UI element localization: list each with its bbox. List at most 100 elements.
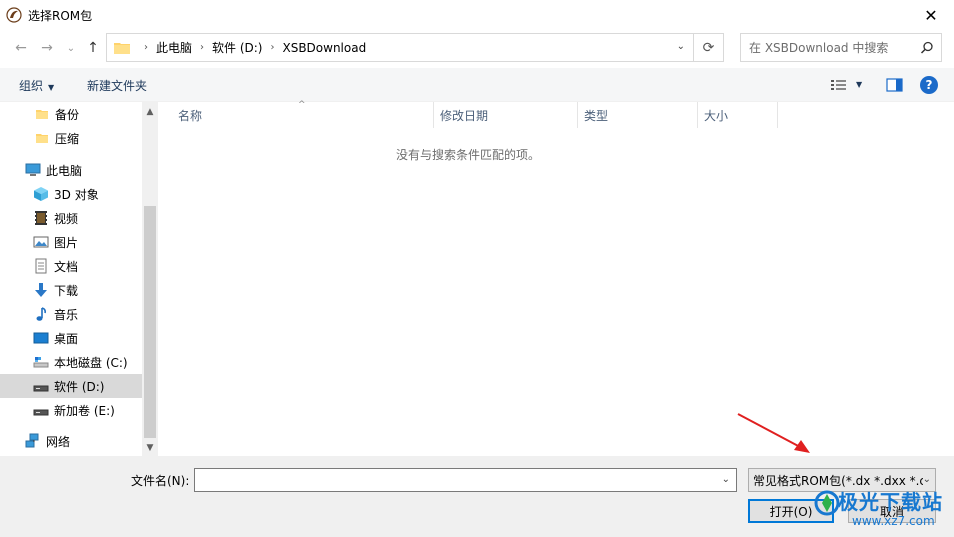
documents-icon [35,258,47,274]
folder-icon [36,110,48,119]
desktop-icon [33,332,49,344]
sidebar-item-label: 桌面 [54,331,79,346]
up-button[interactable]: ↑ [84,38,102,58]
sidebar-item-label: 压缩 [55,131,80,146]
sidebar-item-pictures[interactable]: 图片 [0,230,142,254]
refresh-button[interactable]: ⟳ [694,33,724,62]
close-button[interactable]: ✕ [908,0,954,30]
sidebar-item-compress[interactable]: 压缩 [0,126,142,150]
organize-label: 组织 [19,79,44,93]
column-header-label: 大小 [704,108,729,123]
watermark: 极光下载站 www.xz7.com [812,484,952,536]
search-icon[interactable] [919,40,935,56]
search-input[interactable] [741,40,911,55]
sidebar-item-label: 本地磁盘 (C:) [54,355,128,370]
breadcrumb-separator: › [200,42,205,53]
title-bar: 选择ROM包 ✕ [0,0,954,30]
sidebar-item-documents[interactable]: 文档 [0,254,142,278]
column-header-modified-date[interactable]: 修改日期 [434,102,578,128]
sidebar-item-label: 图片 [54,235,79,250]
folder-icon [36,134,48,143]
sidebar-item-label: 视频 [54,211,79,226]
drive-icon [33,385,49,392]
drive-icon [33,409,49,416]
scrollbar-thumb[interactable] [144,206,156,438]
sidebar-item-label: 软件 (D:) [54,379,105,394]
scroll-down-icon[interactable]: ▼ [142,440,158,456]
empty-message: 没有与搜索条件匹配的项。 [395,148,540,162]
sidebar-item-downloads[interactable]: 下载 [0,278,142,302]
breadcrumb-separator: › [270,42,275,53]
search-box[interactable] [740,33,942,62]
computer-icon [25,163,41,176]
new-folder-label: 新建文件夹 [87,79,148,93]
sidebar-item-label: 音乐 [54,307,79,322]
chevron-down-icon: ⌄ [66,42,76,54]
sidebar-item-label: 备份 [55,107,80,122]
filename-label: 文件名(N): [131,474,190,488]
sidebar-item-backup[interactable]: 备份 [0,102,142,126]
column-header-name[interactable]: 名称 [172,102,434,128]
video-icon [35,211,47,225]
navigation-pane: 备份 压缩 此电脑 3D 对象 视频 图片 文档 下载 音乐 桌面 本地磁盘 (… [0,102,158,456]
new-folder-button[interactable]: 新建文件夹 [87,77,147,94]
back-arrow-icon: ← [15,40,27,56]
sidebar-item-videos[interactable]: 视频 [0,206,142,230]
refresh-icon: ⟳ [702,39,715,56]
back-button[interactable]: ← [12,38,30,58]
sidebar-item-drive-d[interactable]: 软件 (D:) [0,374,142,398]
column-header-size[interactable]: 大小 [698,102,778,128]
up-arrow-icon: ↑ [87,40,99,56]
organize-menu[interactable]: 组织 ▼ [19,77,54,94]
column-header-type[interactable]: 类型 [578,102,698,128]
view-dropdown-icon[interactable]: ▼ [856,80,862,89]
sidebar-item-music[interactable]: 音乐 [0,302,142,326]
command-toolbar: 组织 ▼ 新建文件夹 ▼ ? [0,68,954,102]
address-bar[interactable]: › 此电脑 › 软件 (D:) › XSBDownload ⌄ [106,33,694,62]
caret-down-icon: ▼ [48,83,55,92]
sidebar-item-3d-objects[interactable]: 3D 对象 [0,182,142,206]
sidebar-item-label: 网络 [46,434,71,449]
network-icon [25,433,39,448]
forward-arrow-icon: → [41,40,53,56]
sidebar-item-drive-c[interactable]: 本地磁盘 (C:) [0,350,142,374]
pictures-icon [33,236,49,248]
sidebar-scrollbar[interactable]: ▲ ▼ [142,102,158,456]
preview-pane-icon[interactable] [886,78,904,92]
watermark-url: www.xz7.com [852,514,935,528]
sidebar-item-label: 下载 [54,283,79,298]
sidebar-item-network[interactable]: 网络 [0,429,142,453]
scroll-up-icon[interactable]: ▲ [142,104,158,120]
sidebar-item-label: 新加卷 (E:) [54,403,115,418]
breadcrumb-this-pc[interactable]: 此电脑 [156,39,192,56]
sidebar-item-this-pc[interactable]: 此电脑 [0,158,142,182]
file-list[interactable]: ^ 名称 修改日期 类型 大小 没有与搜索条件匹配的项。 [158,100,954,456]
watermark-text: 极光下载站 [838,490,943,514]
download-icon [35,283,47,297]
sidebar-item-label: 文档 [54,259,79,274]
3d-objects-icon [34,187,48,201]
breadcrumb-separator: › [144,42,148,53]
sidebar-item-label: 此电脑 [46,163,83,178]
dialog-footer: 文件名(N): ⌄ 常见格式ROM包(*.dx *.dxx *.c ⌄ 打开(O… [0,456,954,537]
sidebar-item-label: 3D 对象 [54,187,99,202]
column-header-label: 类型 [584,108,609,123]
breadcrumb-drive-d[interactable]: 软件 (D:) [212,39,262,56]
close-icon: ✕ [924,5,938,25]
breadcrumb-xsbdownload[interactable]: XSBDownload [282,41,366,55]
forward-button[interactable]: → [38,38,56,58]
app-icon [6,7,22,23]
window-title: 选择ROM包 [28,8,93,23]
chevron-down-icon[interactable]: ⌄ [722,474,730,485]
navigation-bar: ← → ⌄ ↑ › 此电脑 › 软件 (D:) › XSBDownload ⌄ … [0,30,954,66]
sidebar-item-drive-e[interactable]: 新加卷 (E:) [0,398,142,422]
view-options-icon[interactable] [830,78,848,92]
music-icon [36,307,46,321]
filename-combobox[interactable]: ⌄ [194,468,737,492]
help-icon[interactable]: ? [920,76,938,94]
sidebar-item-desktop[interactable]: 桌面 [0,326,142,350]
recent-locations-button[interactable]: ⌄ [62,38,80,58]
chevron-down-icon[interactable]: ⌄ [677,41,685,52]
open-button-label: 打开(O) [769,504,813,519]
filename-input[interactable] [195,469,710,491]
